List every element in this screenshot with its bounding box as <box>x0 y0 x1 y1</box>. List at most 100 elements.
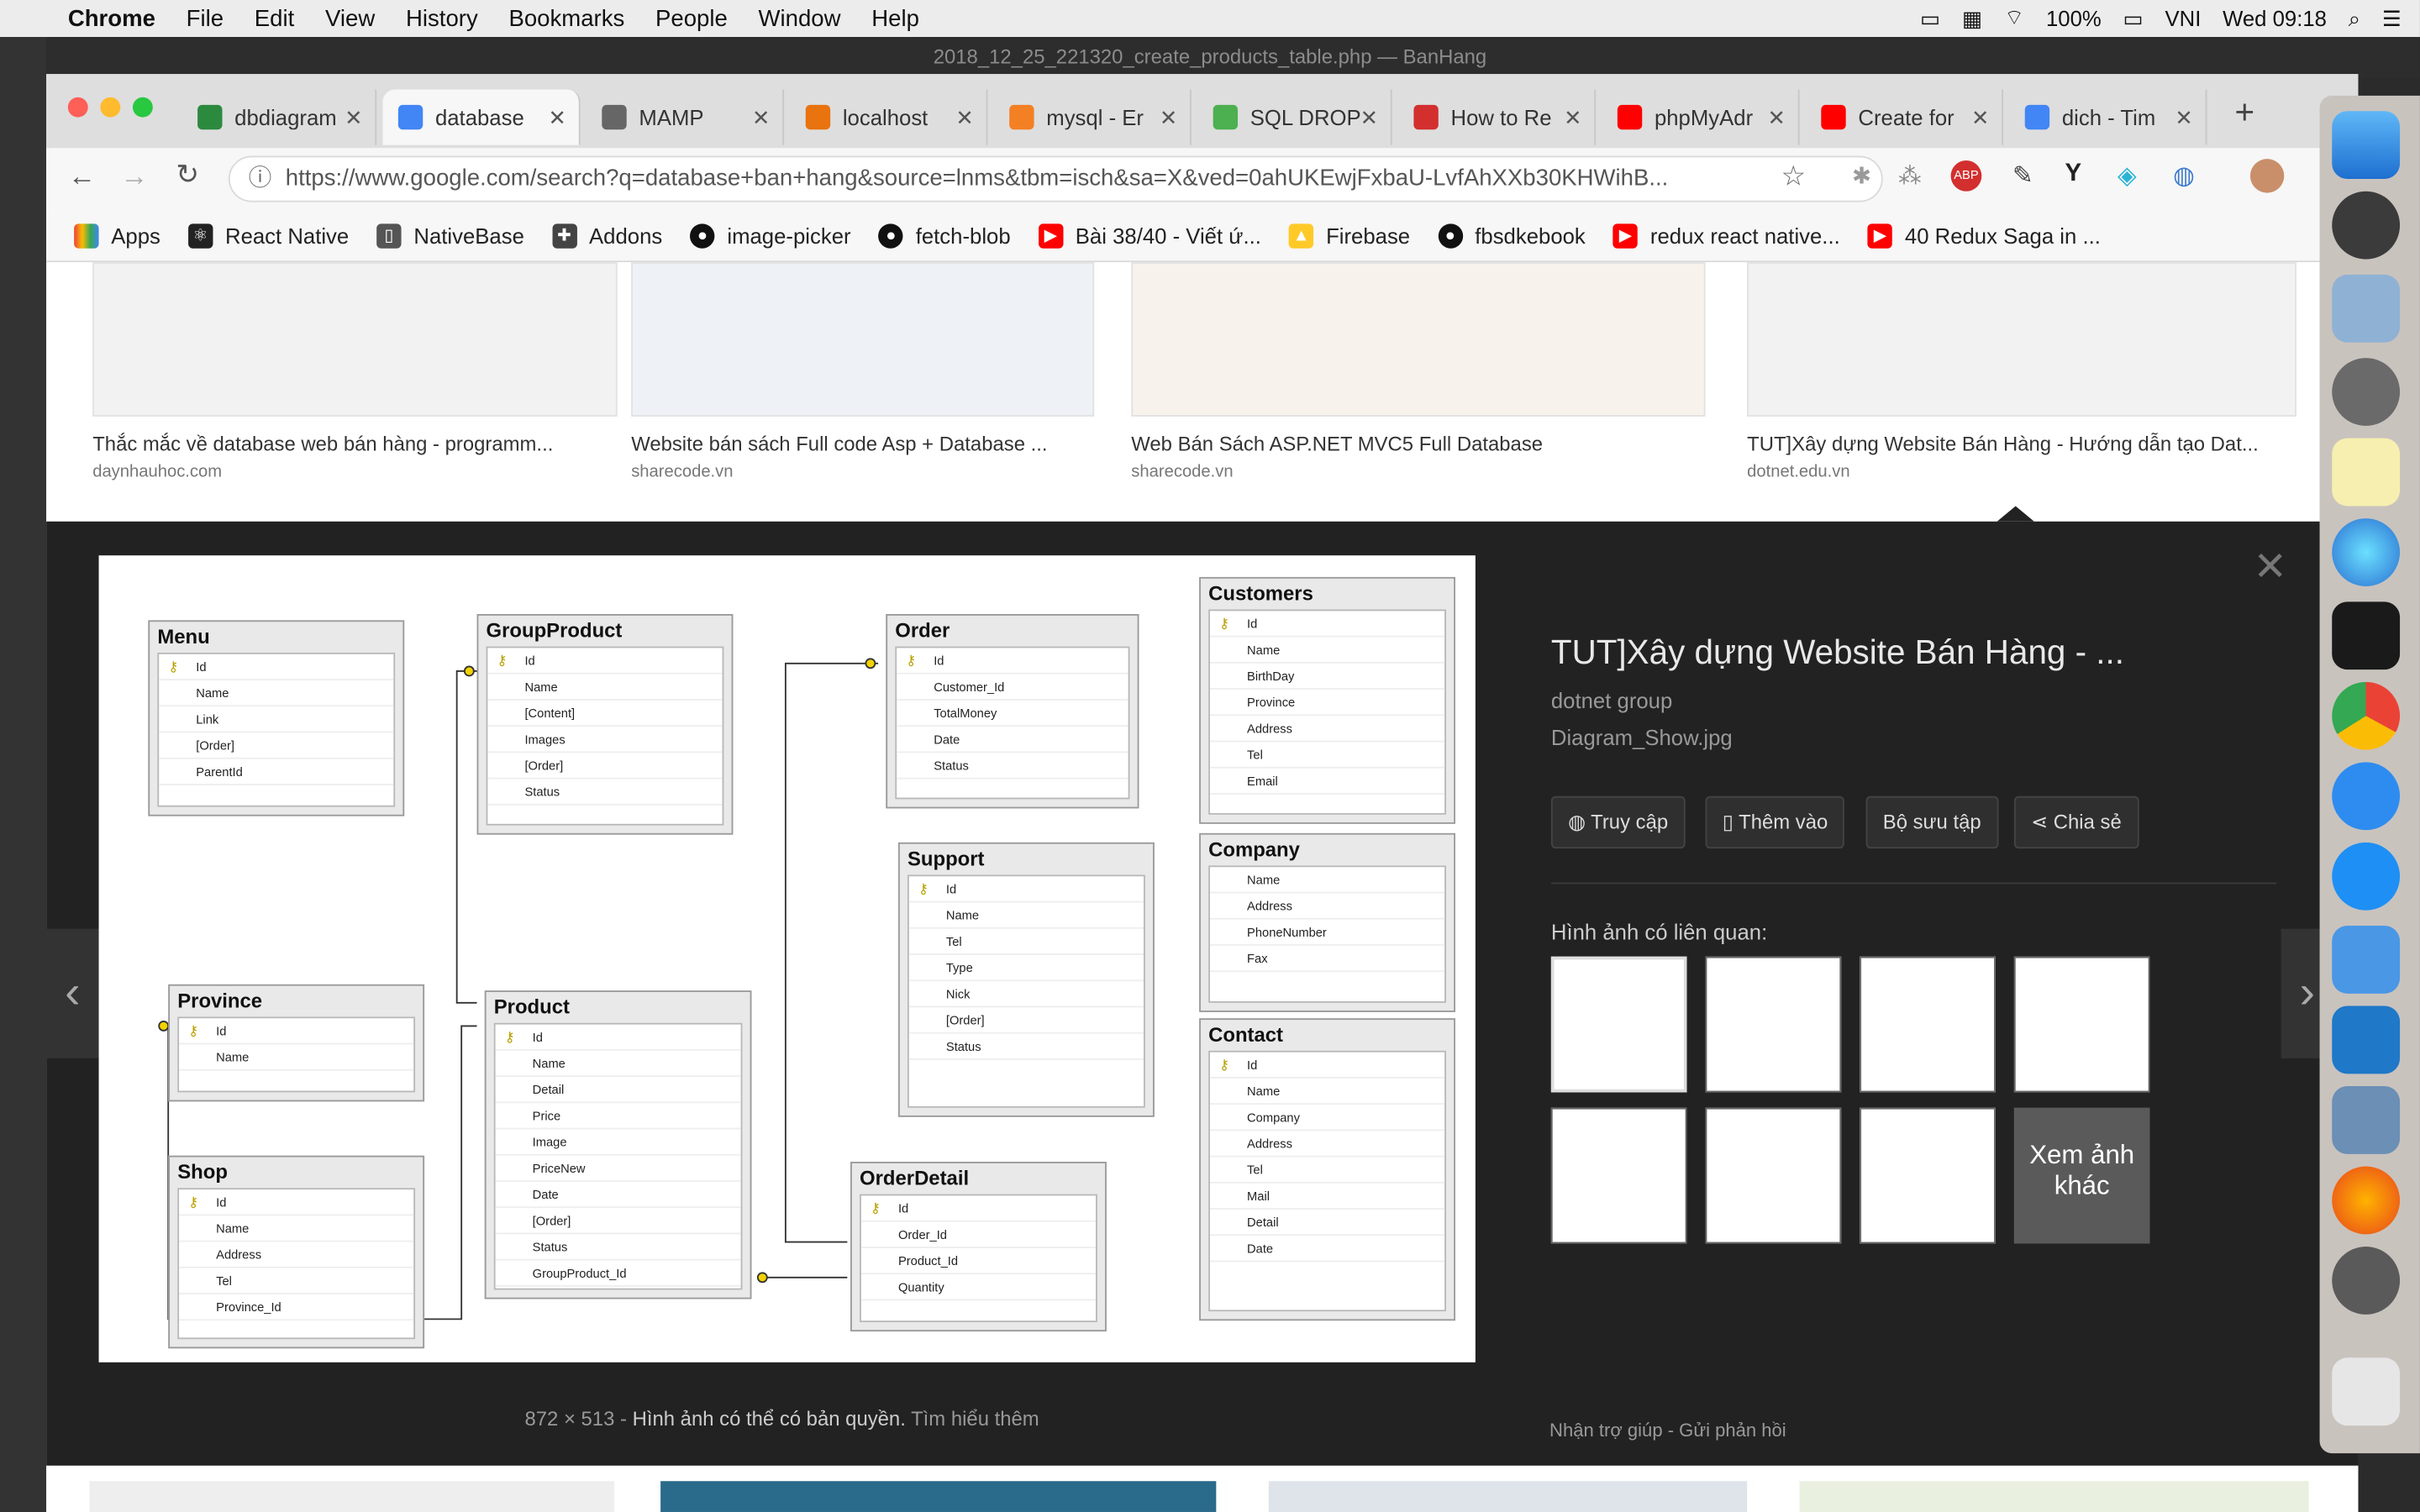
tab-close-icon[interactable]: ✕ <box>1971 104 1990 130</box>
launchpad-icon[interactable] <box>2332 191 2401 260</box>
avatar[interactable] <box>2249 159 2285 193</box>
related-thumbnail[interactable] <box>1705 956 1842 1093</box>
menu-help[interactable]: Help <box>871 5 919 31</box>
tab-close-icon[interactable]: ✕ <box>345 104 363 130</box>
safari-icon[interactable] <box>2332 762 2401 831</box>
airplay-icon[interactable]: ▭ <box>1920 5 1940 31</box>
reload-icon[interactable]: ↻ <box>176 159 199 192</box>
firefox-icon[interactable] <box>2332 1166 2401 1235</box>
related-thumbnail[interactable] <box>2013 956 2150 1093</box>
browser-tab[interactable]: localhost ✕ <box>790 89 988 145</box>
notes-icon[interactable] <box>2332 438 2401 507</box>
menu-people[interactable]: People <box>655 5 728 31</box>
save-button[interactable]: ▯ Thêm vào <box>1705 795 1845 849</box>
extension-icon[interactable]: ⁂ <box>1898 162 1922 190</box>
menu-view[interactable]: View <box>325 5 375 31</box>
get-help-link[interactable]: Nhận trợ giúp <box>1549 1420 1663 1441</box>
extension-icon[interactable]: ✱ <box>1852 162 1871 190</box>
related-thumbnail[interactable] <box>1705 1107 1842 1244</box>
menu-edit[interactable]: Edit <box>255 5 294 31</box>
y-extension-icon[interactable]: Y <box>2065 160 2082 188</box>
zoom-window-button[interactable] <box>132 97 153 118</box>
result-caption[interactable]: Website bán sách Full code Asp + Databas… <box>631 432 1094 455</box>
bookmark-react-native[interactable]: ⚛ React Native <box>187 223 349 248</box>
menu-app-name[interactable]: Chrome <box>68 5 155 31</box>
forward-icon[interactable]: → <box>120 160 148 193</box>
browser-tab[interactable]: How to Re ✕ <box>1398 89 1597 145</box>
browser-tab[interactable]: Create for ✕ <box>1806 89 2004 145</box>
bookmark-fetch-blob[interactable]: ● fetch-blob <box>878 223 1011 248</box>
related-thumbnail[interactable] <box>1860 1107 1996 1244</box>
tab-close-icon[interactable]: ✕ <box>2175 104 2193 130</box>
menu-history[interactable]: History <box>406 5 478 31</box>
send-feedback-link[interactable]: Gửi phản hồi <box>1679 1420 1786 1441</box>
image-result[interactable]: Web Bán Sách ASP.NET MVC5 Full Database … <box>1131 262 1706 481</box>
menu-file[interactable]: File <box>187 5 224 31</box>
result-thumbnail[interactable] <box>1131 262 1706 417</box>
image-title[interactable]: TUT]Xây dựng Website Bán Hàng - ... <box>1551 633 2124 673</box>
bookmark-addons[interactable]: ✚ Addons <box>551 223 662 248</box>
bookmark-fbsdkebook[interactable]: ● fbsdkebook <box>1438 223 1586 248</box>
browser-tab[interactable]: phpMyAdr ✕ <box>1602 89 1800 145</box>
learn-more-link[interactable]: Tìm hiểu thêm <box>911 1407 1039 1431</box>
input-source[interactable]: VNI <box>2165 6 2201 30</box>
chrome-icon[interactable] <box>2332 681 2401 750</box>
siri-icon[interactable] <box>2332 518 2401 586</box>
menu-bookmarks[interactable]: Bookmarks <box>508 5 624 31</box>
related-thumbnail[interactable] <box>1550 1107 1687 1244</box>
result-thumbnail[interactable] <box>1268 1481 1748 1512</box>
image-result[interactable]: Website bán sách Full code Asp + Databas… <box>631 262 1095 481</box>
related-thumbnail[interactable] <box>1860 956 1996 1093</box>
tab-close-icon[interactable]: ✕ <box>1768 104 1786 130</box>
menu-window[interactable]: Window <box>759 5 841 31</box>
see-more-button[interactable]: Xem ảnh khác <box>2013 1107 2150 1244</box>
bookmark-redux-react-native[interactable]: ▶ redux react native... <box>1612 223 1840 248</box>
collections-button[interactable]: Bộ sưu tập <box>1865 795 1998 849</box>
prev-image-button[interactable]: ‹ <box>46 928 99 1058</box>
tab-close-icon[interactable]: ✕ <box>1160 104 1178 130</box>
result-thumbnail[interactable] <box>631 262 1095 417</box>
diagram-image[interactable]: Menu ⚷ Id Name Link [Order] ParentId GroupProdu… <box>98 555 1476 1362</box>
result-thumbnail[interactable] <box>89 1481 615 1512</box>
bookmark-star-icon[interactable]: ☆ <box>1781 160 1807 193</box>
browser-tab[interactable]: MAMP ✕ <box>587 89 785 145</box>
wifi-icon[interactable]: ⌔ <box>2004 5 2024 33</box>
search-icon[interactable]: ⌕ <box>2349 5 2360 31</box>
tab-close-icon[interactable]: ✕ <box>549 104 567 130</box>
grid-icon[interactable]: ▦ <box>1962 5 1982 31</box>
clock[interactable]: Wed 09:18 <box>2223 6 2327 30</box>
address-bar[interactable]: ⓘ https://www.google.com/search?q=databa… <box>228 155 1883 202</box>
tab-close-icon[interactable]: ✕ <box>1360 104 1379 130</box>
tab-close-icon[interactable]: ✕ <box>752 104 771 130</box>
list-icon[interactable]: ☰ <box>2382 5 2402 31</box>
system-preferences-icon[interactable] <box>2332 358 2401 426</box>
mail-icon[interactable] <box>2332 274 2401 343</box>
tab-close-icon[interactable]: ✕ <box>955 104 974 130</box>
share-button[interactable]: ⋖ Chia sẻ <box>2013 795 2139 849</box>
back-icon[interactable]: ← <box>68 160 96 193</box>
image-group[interactable]: dotnet group <box>1551 688 1672 712</box>
preview-icon[interactable] <box>2332 1086 2401 1154</box>
browser-tab[interactable]: mysql - Er ✕ <box>994 89 1192 145</box>
browser-tab[interactable]: dbdiagram ✕ <box>182 89 377 145</box>
diamond-icon[interactable]: ◈ <box>2118 160 2137 192</box>
bookmark-apps[interactable]: Apps <box>74 223 160 248</box>
bookmark-nativebase[interactable]: ▯ NativeBase <box>376 223 524 248</box>
globe-icon[interactable]: ◍ <box>2173 160 2195 192</box>
battery-icon[interactable]: ▭ <box>2123 5 2143 31</box>
bookmark-bai-38[interactable]: ▶ Bài 38/40 - Viết ứ... <box>1038 223 1261 248</box>
result-thumbnail[interactable] <box>1799 1481 2309 1512</box>
tableplus-icon[interactable] <box>2332 1247 2401 1315</box>
result-thumbnail[interactable] <box>92 262 618 417</box>
terminal-icon[interactable] <box>2332 601 2401 670</box>
result-caption[interactable]: Web Bán Sách ASP.NET MVC5 Full Database <box>1131 432 1705 455</box>
bookmark-redux-saga[interactable]: ▶ 40 Redux Saga in ... <box>1867 223 2101 248</box>
adblock-icon[interactable]: ABP <box>1950 160 1982 192</box>
app-store-icon[interactable] <box>2332 842 2401 911</box>
trash-icon[interactable] <box>2332 1357 2401 1426</box>
xcode-icon[interactable] <box>2332 926 2401 994</box>
close-preview-icon[interactable]: ✕ <box>2254 543 2287 591</box>
battery-text[interactable]: 100% <box>2046 6 2102 30</box>
image-result[interactable]: Thắc mắc về database web bán hàng - prog… <box>92 262 618 481</box>
eyedropper-icon[interactable]: ✎ <box>2012 160 2033 192</box>
